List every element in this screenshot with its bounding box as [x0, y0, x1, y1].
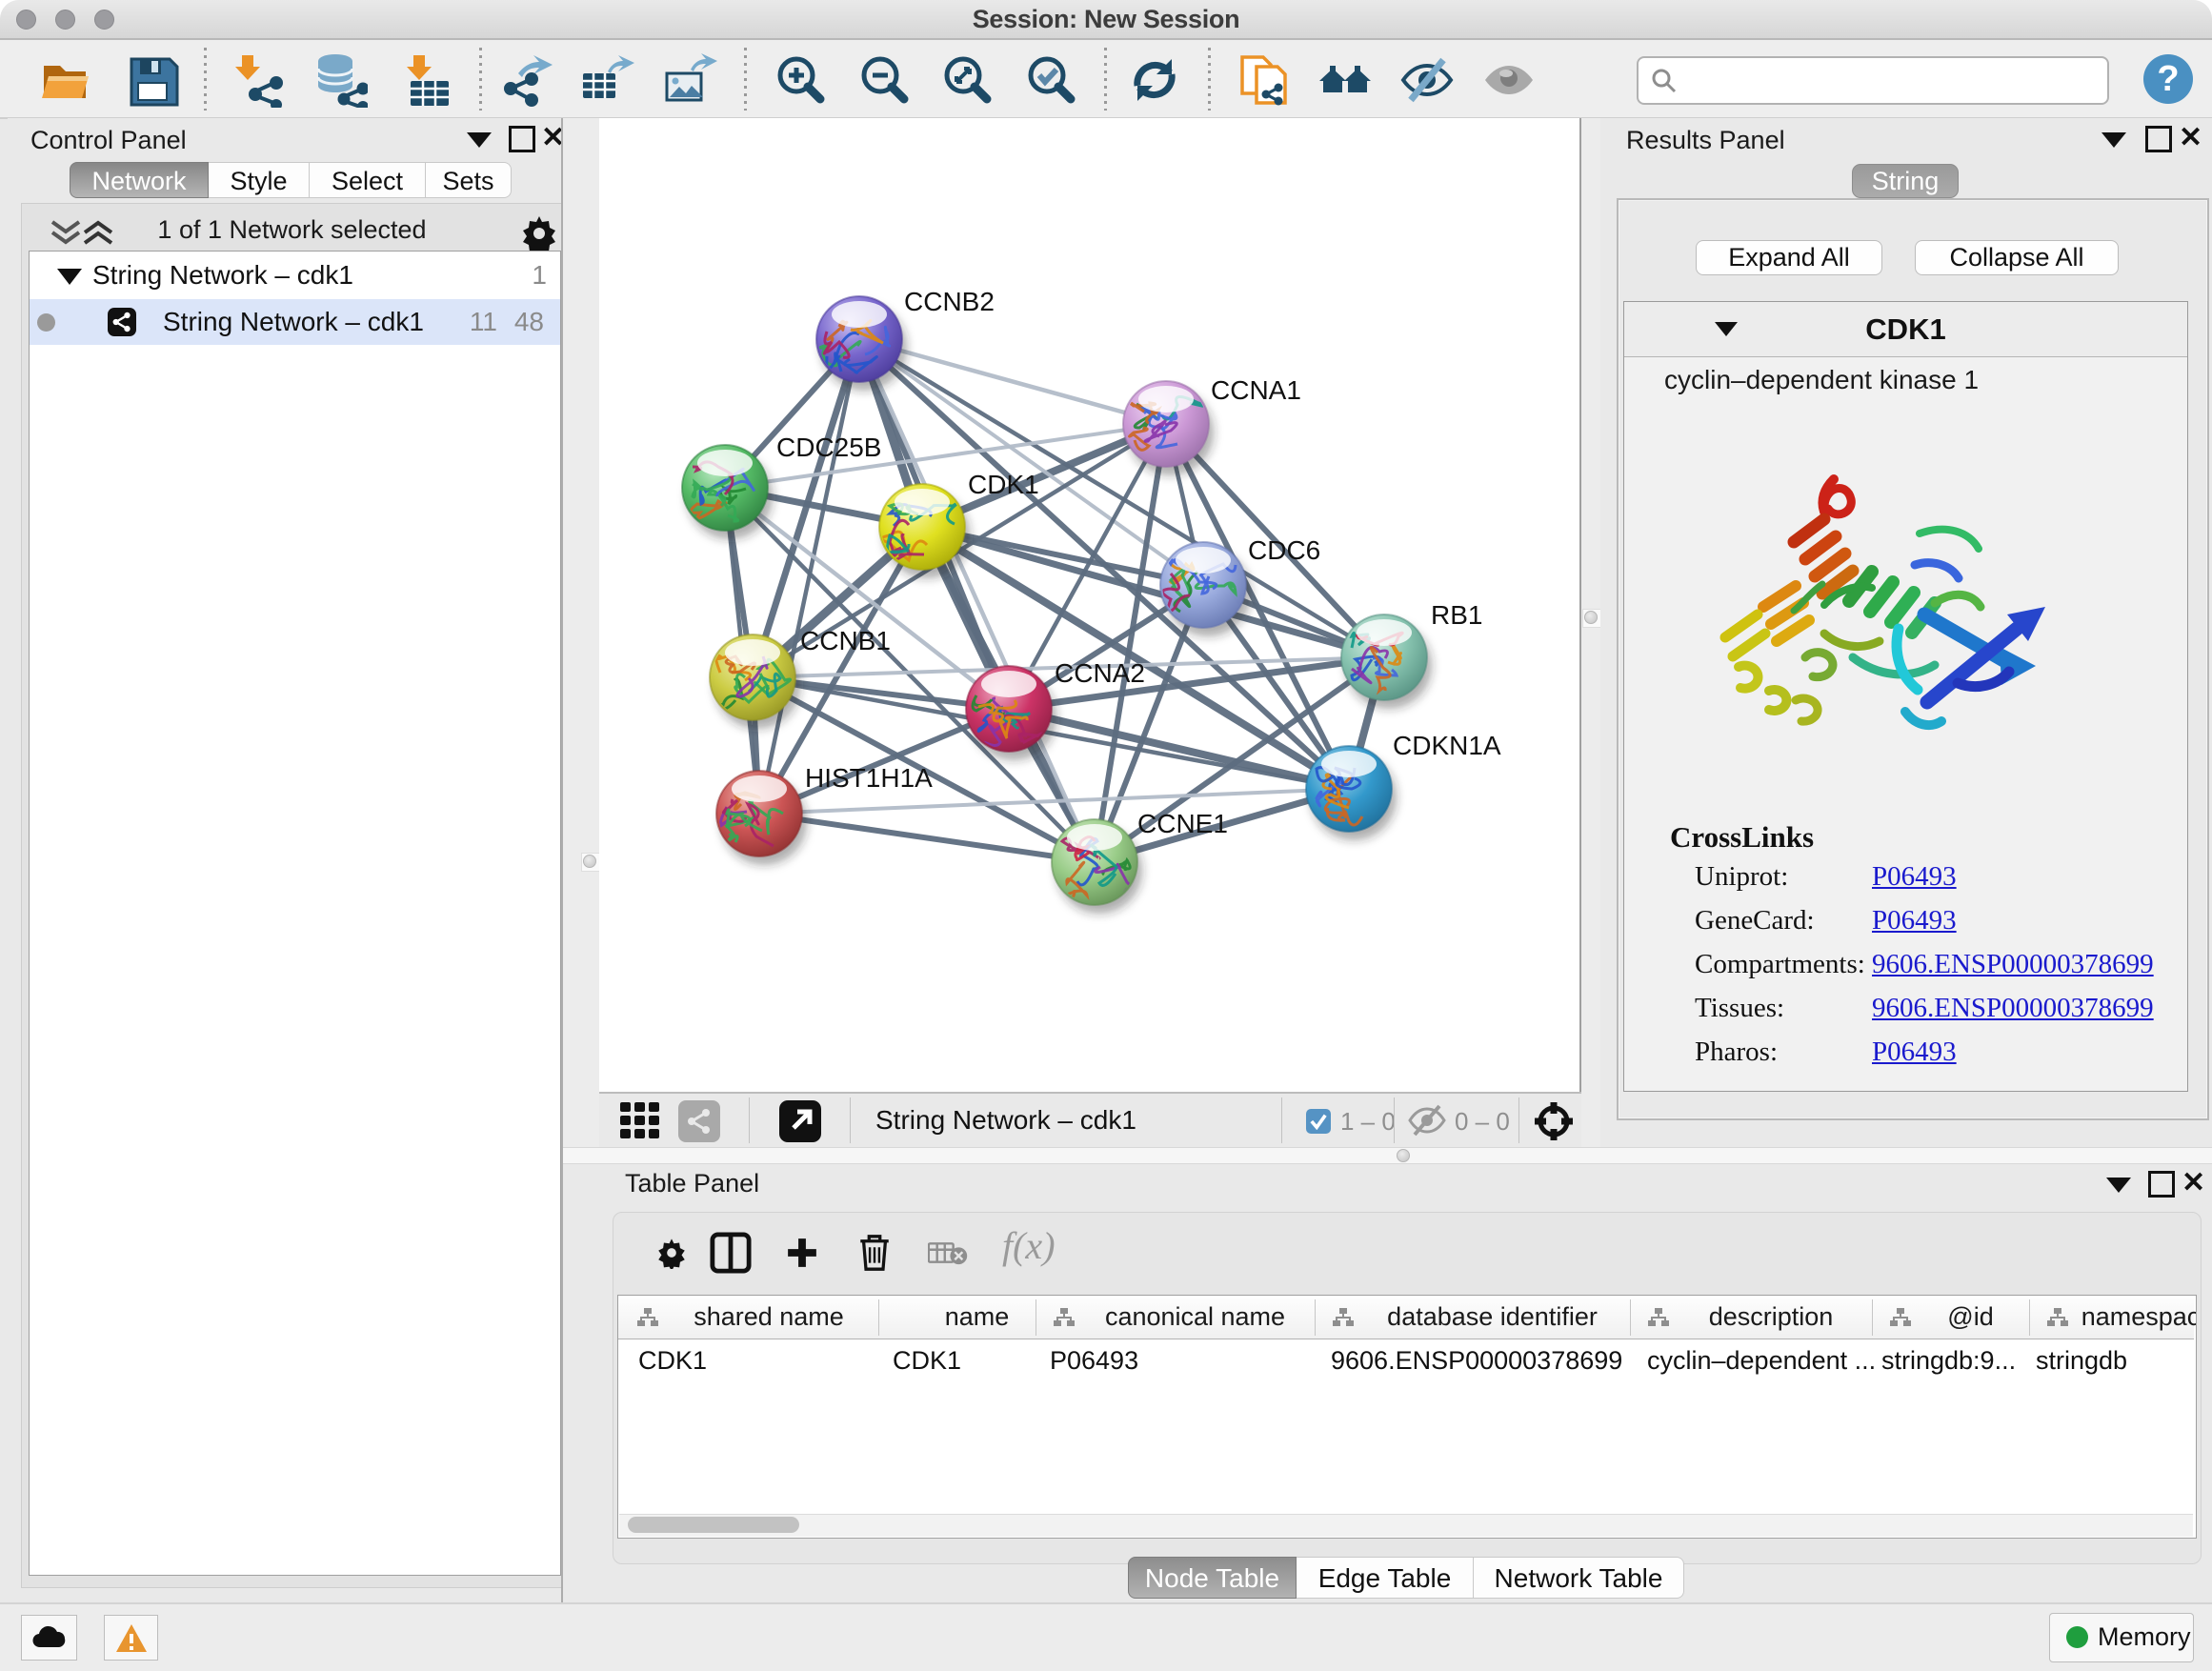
svg-text:CCNA1: CCNA1	[1211, 375, 1301, 405]
svg-text:CCNA2: CCNA2	[1055, 658, 1145, 688]
svg-text:CCNB2: CCNB2	[904, 287, 995, 316]
svg-text:HIST1H1A: HIST1H1A	[805, 763, 933, 793]
svg-text:CCNE1: CCNE1	[1137, 809, 1228, 838]
svg-text:CCNB1: CCNB1	[800, 626, 891, 655]
svg-text:CDC25B: CDC25B	[776, 433, 881, 462]
svg-text:CDKN1A: CDKN1A	[1393, 731, 1501, 760]
svg-text:?: ?	[2157, 59, 2179, 99]
svg-text:RB1: RB1	[1431, 600, 1482, 630]
svg-text:CDK1: CDK1	[968, 470, 1039, 499]
svg-text:CDC6: CDC6	[1248, 535, 1320, 565]
